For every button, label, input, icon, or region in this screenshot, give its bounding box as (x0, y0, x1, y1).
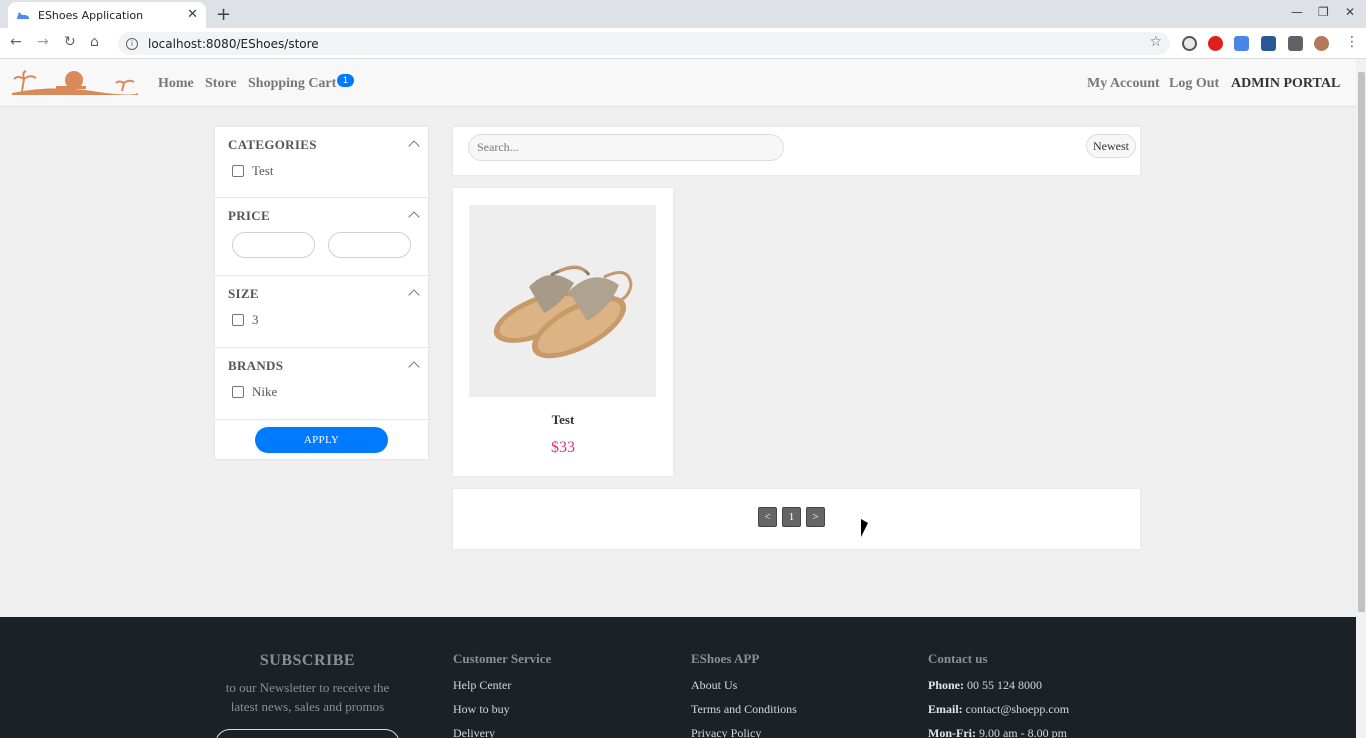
subscribe-text: to our Newsletter to receive the latest … (225, 680, 390, 714)
size-title: SIZE (228, 286, 259, 301)
home-icon[interactable]: ⌂ (90, 34, 99, 50)
scrollbar-thumb[interactable] (1358, 72, 1365, 612)
bookmark-star-icon[interactable]: ☆ (1149, 34, 1162, 50)
categories-section: CATEGORIES Test (215, 127, 428, 198)
cart-count-badge: 1 (337, 74, 354, 87)
profile-avatar[interactable] (1314, 36, 1329, 51)
privacy-link[interactable]: Privacy Policy (691, 726, 761, 738)
site-footer: SUBSCRIBE to our Newsletter to receive t… (0, 617, 1356, 738)
close-window-button[interactable]: ✕ (1345, 5, 1355, 19)
hours-label: Mon-Fri: (928, 726, 976, 738)
price-section: PRICE (215, 198, 428, 276)
my-account-link[interactable]: My Account (1087, 76, 1160, 92)
extension-translate-icon[interactable] (1234, 36, 1249, 51)
nav-cart-link[interactable]: Shopping Cart (248, 76, 336, 92)
forward-icon[interactable]: → (37, 34, 49, 50)
chevron-up-icon[interactable] (408, 140, 420, 152)
url-text: localhost:8080/EShoes/store (148, 36, 319, 51)
price-min-input[interactable] (232, 232, 315, 258)
size-label: 3 (252, 312, 259, 327)
page-1-button[interactable]: 1 (782, 507, 801, 527)
size-checkbox[interactable] (232, 314, 244, 326)
chevron-up-icon[interactable] (408, 289, 420, 301)
hours-value: 9.00 am - 8.00 pm (978, 726, 1067, 738)
category-label: Test (252, 163, 274, 178)
apply-button[interactable]: APPLY (255, 427, 388, 453)
price-title: PRICE (228, 208, 270, 223)
terms-link[interactable]: Terms and Conditions (691, 702, 797, 717)
email-label: Email: (928, 702, 963, 716)
filter-sidebar: CATEGORIES Test PRICE SIZE 3 BRANDS Nike… (215, 127, 428, 459)
contact-title: Contact us (928, 651, 988, 666)
product-price: $33 (551, 439, 575, 456)
browser-toolbar: ← → ↻ ⌂ i localhost:8080/EShoes/store ☆ … (0, 28, 1366, 59)
back-icon[interactable]: ← (10, 34, 22, 50)
address-bar[interactable]: i localhost:8080/EShoes/store ☆ (118, 32, 1170, 55)
product-image[interactable] (469, 205, 656, 397)
next-page-button[interactable]: > (806, 507, 825, 527)
close-tab-icon[interactable]: ✕ (187, 7, 198, 22)
contact-hours: Mon-Fri: 9.00 am - 8.00 pm (928, 726, 1067, 738)
prev-page-button[interactable]: < (758, 507, 777, 527)
info-icon[interactable]: i (126, 37, 138, 50)
contact-email: Email: contact@shoepp.com (928, 702, 1069, 717)
subscribe-title: SUBSCRIBE (259, 652, 356, 669)
search-panel: Search... Newest (453, 127, 1140, 175)
extension-briefcase-icon[interactable] (1261, 36, 1276, 51)
nav-home-link[interactable]: Home (158, 76, 194, 92)
logout-link[interactable]: Log Out (1169, 76, 1219, 92)
brands-section: BRANDS Nike (215, 348, 428, 420)
site-header: Home Store Shopping Cart 1 My Account Lo… (0, 59, 1356, 107)
contact-phone: Phone: 00 55 124 8000 (928, 678, 1042, 693)
customer-service-title: Customer Service (453, 651, 552, 666)
about-us-link[interactable]: About Us (691, 678, 737, 693)
nav-store-link[interactable]: Store (205, 76, 237, 92)
extension-moon-icon[interactable] (1182, 36, 1197, 51)
how-to-buy-link[interactable]: How to buy (453, 702, 510, 717)
restore-button[interactable]: ❐ (1318, 5, 1329, 19)
product-name[interactable]: Test (453, 412, 673, 428)
shoe-favicon-icon (17, 12, 29, 19)
extensions-puzzle-icon[interactable] (1288, 36, 1303, 51)
browser-menu-icon[interactable]: ⋮ (1345, 34, 1359, 50)
mouse-cursor-icon (861, 519, 868, 537)
size-section: SIZE 3 (215, 276, 428, 348)
new-tab-button[interactable]: + (216, 4, 231, 25)
eshoes-logo-icon[interactable] (12, 69, 138, 97)
browser-tab-bar: EShoes Application ✕ + — ❐ ✕ (0, 0, 1366, 28)
product-card[interactable]: Test $33 (453, 188, 673, 476)
reload-icon[interactable]: ↻ (64, 34, 76, 50)
help-center-link[interactable]: Help Center (453, 678, 511, 693)
eshoes-app-title: EShoes APP (691, 651, 760, 666)
categories-title: CATEGORIES (228, 137, 317, 152)
minimize-button[interactable]: — (1291, 5, 1303, 19)
phone-value: 00 55 124 8000 (967, 678, 1042, 692)
sort-newest-button[interactable]: Newest (1086, 134, 1136, 158)
pagination-panel: < 1 > (453, 489, 1140, 549)
tab-title: EShoes Application (38, 8, 144, 22)
delivery-link[interactable]: Delivery (453, 726, 495, 738)
newsletter-email-input[interactable] (215, 729, 400, 738)
price-max-input[interactable] (328, 232, 411, 258)
extension-opera-icon[interactable] (1208, 36, 1223, 51)
brand-label: Nike (252, 384, 278, 399)
category-checkbox[interactable] (232, 165, 244, 177)
email-value[interactable]: contact@shoepp.com (966, 702, 1069, 716)
phone-label: Phone: (928, 678, 964, 692)
search-input[interactable]: Search... (468, 134, 784, 161)
brands-title: BRANDS (228, 358, 284, 373)
admin-portal-link[interactable]: ADMIN PORTAL (1231, 76, 1340, 92)
browser-tab[interactable]: EShoes Application ✕ (8, 2, 206, 28)
brand-checkbox[interactable] (232, 386, 244, 398)
chevron-up-icon[interactable] (408, 211, 420, 223)
sandal-image (493, 265, 633, 359)
chevron-up-icon[interactable] (408, 361, 420, 373)
